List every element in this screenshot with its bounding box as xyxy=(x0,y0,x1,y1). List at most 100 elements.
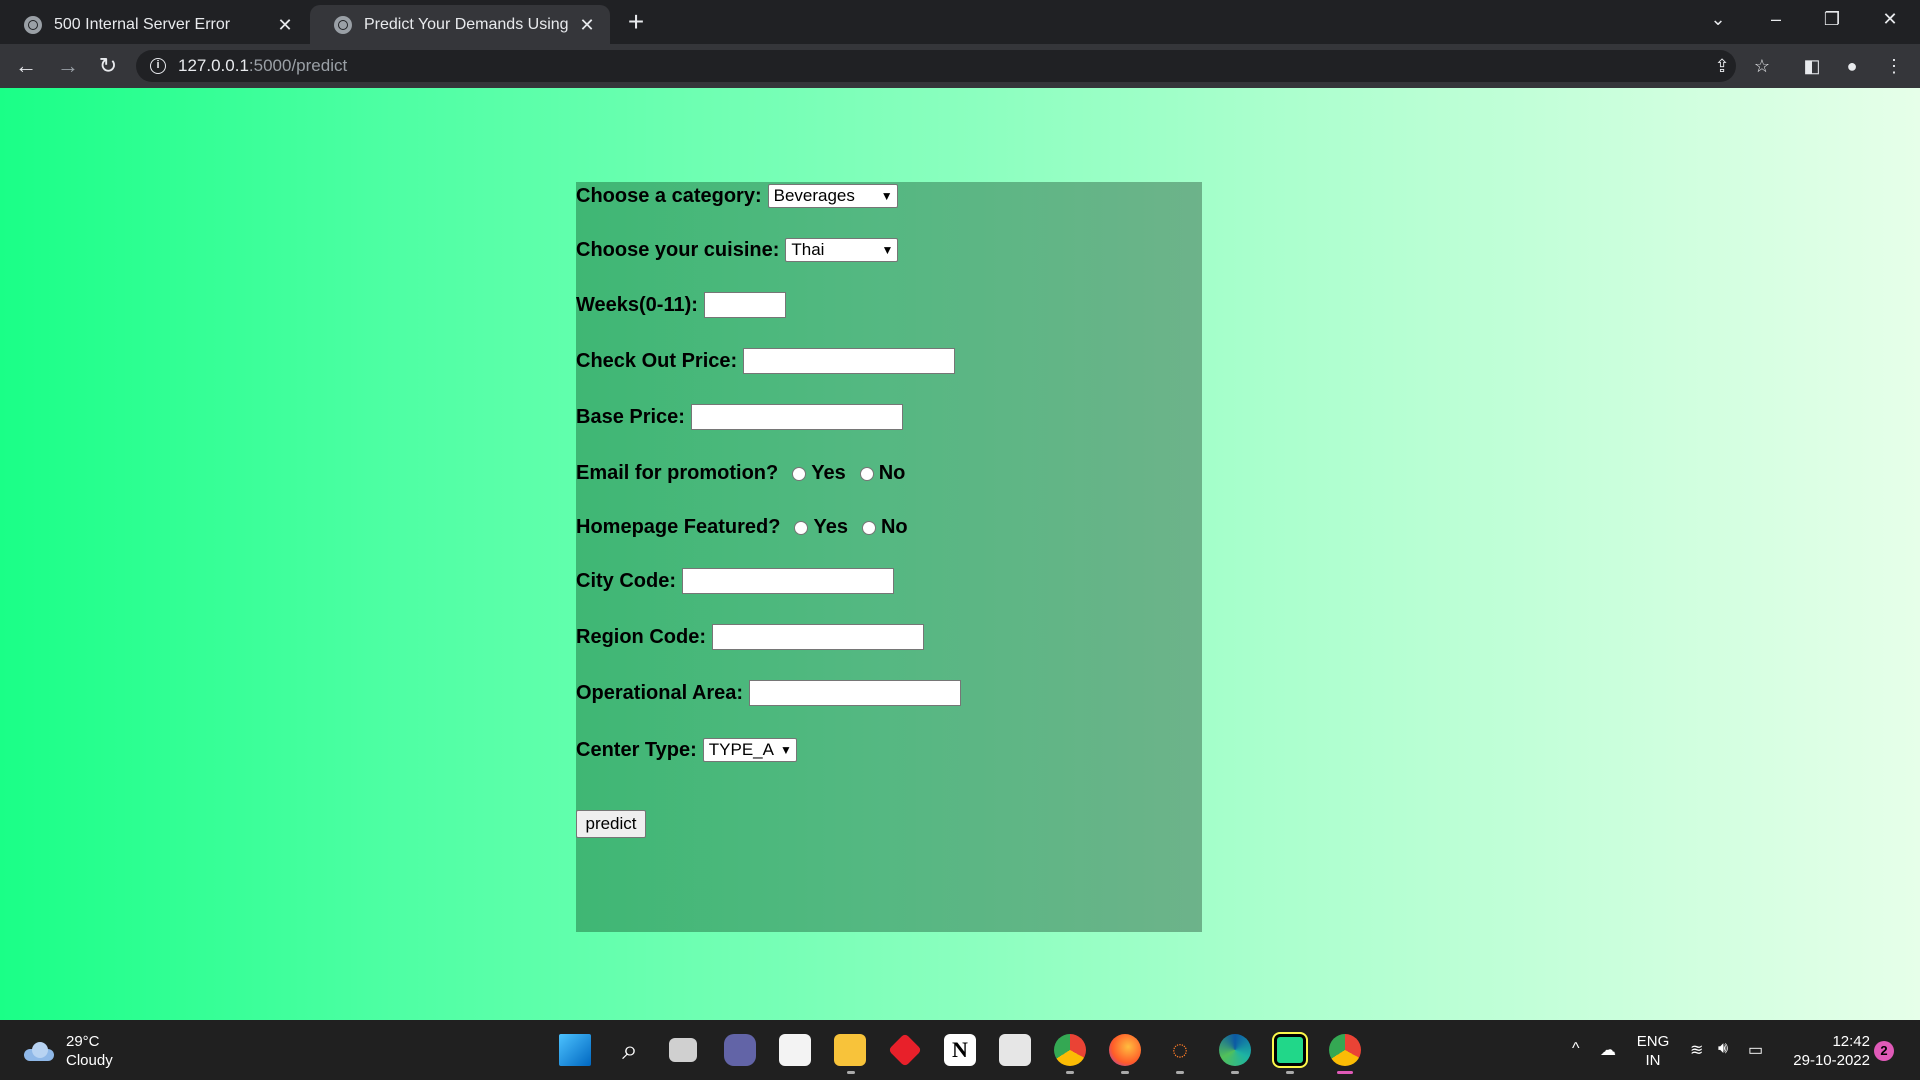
close-icon[interactable]: ✕ xyxy=(276,16,294,34)
tab-predict-demands[interactable]: Predict Your Demands Using Our ✕ xyxy=(310,5,610,44)
base-price-row: Base Price: xyxy=(576,404,903,430)
address-bar[interactable]: i 127.0.0.1:5000/predict xyxy=(136,50,1736,82)
category-row: Choose a category: Beverages ▼ xyxy=(576,184,898,208)
weeks-row: Weeks(0-11): xyxy=(576,292,786,318)
file-explorer-icon[interactable] xyxy=(834,1034,866,1066)
checkout-price-input[interactable] xyxy=(743,348,956,374)
firefox-icon[interactable] xyxy=(1109,1034,1141,1066)
globe-icon xyxy=(334,15,352,34)
language-region: IN xyxy=(1645,1052,1661,1069)
onedrive-error-icon[interactable]: ☁ xyxy=(1600,1040,1616,1060)
language-code: ENG xyxy=(1636,1033,1670,1050)
running-indicator xyxy=(1121,1071,1129,1074)
page-viewport: Choose a category: Beverages ▼ Choose yo… xyxy=(0,88,1920,1020)
task-view-icon[interactable] xyxy=(669,1038,697,1062)
close-window-button[interactable]: ✕ xyxy=(1868,4,1912,34)
base-price-input[interactable] xyxy=(690,404,903,430)
snipping-tool-icon[interactable] xyxy=(999,1034,1031,1066)
prediction-form: Choose a category: Beverages ▼ Choose yo… xyxy=(576,182,1202,932)
email-promotion-no-label: No xyxy=(878,462,906,484)
jupyter-icon[interactable]: ◌ xyxy=(1164,1034,1196,1066)
running-indicator xyxy=(1066,1071,1074,1074)
notion-icon[interactable]: N xyxy=(944,1034,976,1066)
bookmark-star-icon[interactable]: ☆ xyxy=(1750,54,1774,78)
clock[interactable]: 12:42 29-10-2022 xyxy=(1786,1032,1870,1070)
profile-icon[interactable]: ● xyxy=(1840,54,1864,78)
email-promotion-no-radio[interactable] xyxy=(859,466,874,481)
cuisine-label: Choose your cuisine: xyxy=(576,238,780,261)
start-windows-icon[interactable] xyxy=(559,1034,591,1066)
chrome-profile-icon[interactable] xyxy=(1329,1034,1361,1066)
globe-icon xyxy=(24,15,42,34)
city-code-label: City Code: xyxy=(576,569,676,592)
weather-widget[interactable]: 29°C Cloudy xyxy=(22,1032,113,1070)
forward-button[interactable]: → xyxy=(54,52,82,80)
tab-server-error[interactable]: 500 Internal Server Error ✕ xyxy=(0,5,308,44)
homepage-featured-label: Homepage Featured? xyxy=(576,516,781,538)
homepage-featured-no-label: No xyxy=(880,516,908,538)
url-path: :5000/predict xyxy=(248,56,348,75)
notification-badge[interactable]: 2 xyxy=(1874,1041,1894,1061)
center-type-row: Center Type: TYPE_A ▼ xyxy=(576,738,797,762)
back-button[interactable]: ← xyxy=(12,52,40,80)
search-icon[interactable]: ⌕ xyxy=(614,1034,646,1066)
minimize-button[interactable]: – xyxy=(1754,4,1798,34)
operational-area-row: Operational Area: xyxy=(576,680,962,706)
cloud-icon xyxy=(22,1041,56,1061)
operational-area-input[interactable] xyxy=(749,680,962,706)
battery-icon[interactable]: ▭ xyxy=(1748,1040,1763,1060)
tab-search-chevron-icon[interactable]: ⌄ xyxy=(1696,4,1740,34)
chevron-up-icon[interactable]: ^ xyxy=(1572,1040,1580,1058)
homepage-featured-yes-radio[interactable] xyxy=(794,520,809,535)
pycharm-icon[interactable] xyxy=(1272,1032,1308,1068)
share-icon[interactable]: ⇪ xyxy=(1710,54,1734,78)
category-label: Choose a category: xyxy=(576,184,762,207)
homepage-featured-row: Homepage Featured? Yes No xyxy=(576,516,908,539)
chevron-down-icon: ▼ xyxy=(881,243,894,257)
weather-condition: Cloudy xyxy=(66,1052,113,1069)
email-promotion-row: Email for promotion? Yes No xyxy=(576,462,905,485)
city-code-input[interactable] xyxy=(682,568,894,594)
reload-button[interactable]: ↻ xyxy=(94,52,122,80)
weeks-label: Weeks(0-11): xyxy=(576,293,698,316)
checkout-price-row: Check Out Price: xyxy=(576,348,956,374)
category-select[interactable]: Beverages ▼ xyxy=(767,184,898,208)
cuisine-row: Choose your cuisine: Thai ▼ xyxy=(576,238,899,262)
email-promotion-yes-radio[interactable] xyxy=(792,466,807,481)
region-code-input[interactable] xyxy=(712,624,924,650)
homepage-featured-yes-label: Yes xyxy=(813,516,848,538)
tab-title: Predict Your Demands Using Our xyxy=(364,15,572,33)
predict-button[interactable]: predict xyxy=(576,810,646,838)
email-promotion-label: Email for promotion? xyxy=(576,462,779,484)
clock-time: 12:42 xyxy=(1832,1033,1870,1050)
edge-icon[interactable] xyxy=(1219,1034,1251,1066)
city-code-row: City Code: xyxy=(576,568,894,594)
volume-icon[interactable]: 🔊︎ xyxy=(1718,1040,1728,1058)
teams-chat-icon[interactable] xyxy=(724,1034,756,1066)
restore-button[interactable]: ❐ xyxy=(1810,4,1854,34)
browser-tab-bar: 500 Internal Server Error ✕ Predict Your… xyxy=(0,0,1920,44)
menu-icon[interactable]: ⋮ xyxy=(1882,54,1906,78)
homepage-featured-no-radio[interactable] xyxy=(861,520,876,535)
weeks-input[interactable] xyxy=(703,292,786,318)
close-icon[interactable]: ✕ xyxy=(578,16,596,34)
center-type-select[interactable]: TYPE_A ▼ xyxy=(702,738,797,762)
chrome-icon[interactable] xyxy=(1054,1034,1086,1066)
email-promotion-yes-label: Yes xyxy=(811,462,846,484)
region-code-label: Region Code: xyxy=(576,625,706,648)
chevron-down-icon: ▼ xyxy=(880,189,893,203)
info-icon[interactable]: i xyxy=(150,58,166,74)
browser-toolbar: ← → ↻ i 127.0.0.1:5000/predict ⇪ ☆ ◧ ● ⋮ xyxy=(0,44,1920,88)
side-panel-icon[interactable]: ◧ xyxy=(1800,54,1824,78)
weather-temperature: 29°C xyxy=(66,1033,100,1050)
app-diamond-icon[interactable] xyxy=(888,1033,922,1067)
clock-date: 29-10-2022 xyxy=(1793,1052,1870,1069)
new-tab-button[interactable]: + xyxy=(622,8,650,36)
cuisine-selected-value: Thai xyxy=(791,240,825,259)
language-indicator[interactable]: ENG IN xyxy=(1636,1032,1670,1070)
running-indicator xyxy=(1176,1071,1184,1074)
center-type-selected-value: TYPE_A xyxy=(708,740,774,759)
microsoft-store-icon[interactable] xyxy=(779,1034,811,1066)
cuisine-select[interactable]: Thai ▼ xyxy=(785,238,899,262)
wifi-icon[interactable]: ≋ xyxy=(1690,1040,1703,1060)
